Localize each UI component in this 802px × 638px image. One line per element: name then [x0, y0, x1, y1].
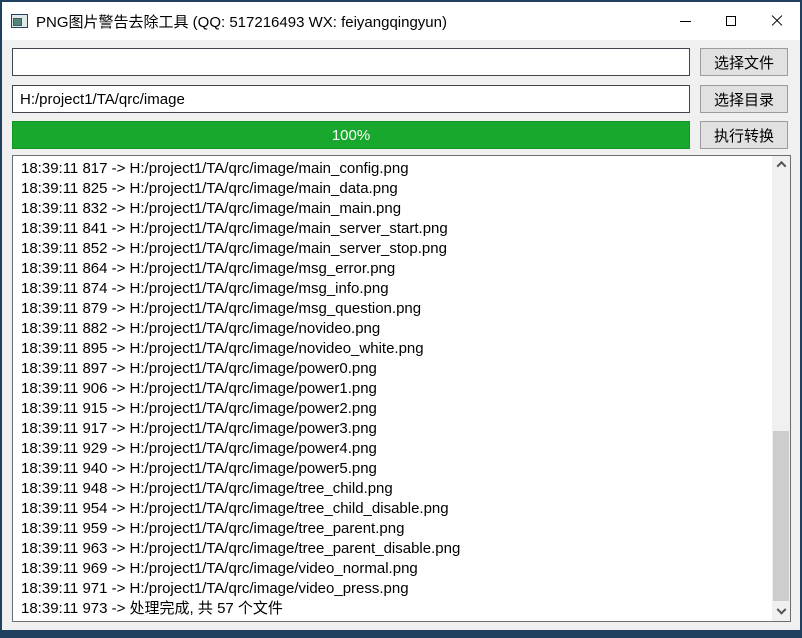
log-line: 18:39:11 917 -> H:/project1/TA/qrc/image…	[21, 419, 772, 439]
log-line: 18:39:11 940 -> H:/project1/TA/qrc/image…	[21, 459, 772, 479]
log-line: 18:39:11 897 -> H:/project1/TA/qrc/image…	[21, 359, 772, 379]
log-lines: 18:39:11 817 -> H:/project1/TA/qrc/image…	[13, 156, 772, 621]
select-file-button[interactable]: 选择文件	[700, 48, 788, 76]
app-window-icon-pane	[13, 18, 22, 26]
close-button[interactable]	[754, 2, 800, 40]
log-line: 18:39:11 825 -> H:/project1/TA/qrc/image…	[21, 179, 772, 199]
log-line: 18:39:11 874 -> H:/project1/TA/qrc/image…	[21, 279, 772, 299]
vertical-scrollbar[interactable]	[772, 156, 790, 621]
log-line: 18:39:11 864 -> H:/project1/TA/qrc/image…	[21, 259, 772, 279]
log-line: 18:39:11 969 -> H:/project1/TA/qrc/image…	[21, 559, 772, 579]
chevron-up-icon	[776, 161, 786, 171]
log-line: 18:39:11 882 -> H:/project1/TA/qrc/image…	[21, 319, 772, 339]
maximize-icon	[726, 16, 736, 26]
scrollbar-thumb[interactable]	[773, 431, 789, 601]
log-line: 18:39:11 879 -> H:/project1/TA/qrc/image…	[21, 299, 772, 319]
log-line: 18:39:11 832 -> H:/project1/TA/qrc/image…	[21, 199, 772, 219]
log-line: 18:39:11 915 -> H:/project1/TA/qrc/image…	[21, 399, 772, 419]
file-path-input[interactable]	[12, 48, 690, 76]
directory-path-input[interactable]	[12, 85, 690, 113]
scrollbar-down-button[interactable]	[772, 604, 790, 621]
progress-label: 100%	[332, 127, 370, 144]
log-line: 18:39:11 963 -> H:/project1/TA/qrc/image…	[21, 539, 772, 559]
chevron-down-icon	[776, 605, 786, 615]
titlebar: PNG图片警告去除工具 (QQ: 517216493 WX: feiyangqi…	[2, 2, 800, 40]
maximize-button[interactable]	[708, 2, 754, 40]
close-icon	[771, 15, 783, 27]
log-line: 18:39:11 929 -> H:/project1/TA/qrc/image…	[21, 439, 772, 459]
select-directory-button[interactable]: 选择目录	[700, 85, 788, 113]
log-line: 18:39:11 954 -> H:/project1/TA/qrc/image…	[21, 499, 772, 519]
log-line: 18:39:11 906 -> H:/project1/TA/qrc/image…	[21, 379, 772, 399]
scrollbar-up-button[interactable]	[772, 156, 790, 173]
execute-convert-button[interactable]: 执行转换	[700, 121, 788, 149]
log-line: 18:39:11 959 -> H:/project1/TA/qrc/image…	[21, 519, 772, 539]
app-window-icon	[11, 14, 28, 28]
log-line: 18:39:11 973 -> 处理完成, 共 57 个文件	[21, 599, 772, 619]
log-line: 18:39:11 841 -> H:/project1/TA/qrc/image…	[21, 219, 772, 239]
window-title: PNG图片警告去除工具 (QQ: 517216493 WX: feiyangqi…	[36, 11, 447, 32]
minimize-icon	[680, 21, 691, 22]
app-window: PNG图片警告去除工具 (QQ: 517216493 WX: feiyangqi…	[2, 2, 800, 630]
minimize-button[interactable]	[662, 2, 708, 40]
log-box: 18:39:11 817 -> H:/project1/TA/qrc/image…	[12, 155, 791, 622]
desktop: { "window": { "title": "PNG图片警告去除工具 (QQ:…	[0, 0, 802, 638]
caption-buttons	[662, 2, 800, 40]
log-line: 18:39:11 971 -> H:/project1/TA/qrc/image…	[21, 579, 772, 599]
log-line: 18:39:11 948 -> H:/project1/TA/qrc/image…	[21, 479, 772, 499]
log-line: 18:39:11 817 -> H:/project1/TA/qrc/image…	[21, 159, 772, 179]
log-line: 18:39:11 895 -> H:/project1/TA/qrc/image…	[21, 339, 772, 359]
progress-bar: 100%	[12, 121, 690, 149]
log-line: 18:39:11 852 -> H:/project1/TA/qrc/image…	[21, 239, 772, 259]
